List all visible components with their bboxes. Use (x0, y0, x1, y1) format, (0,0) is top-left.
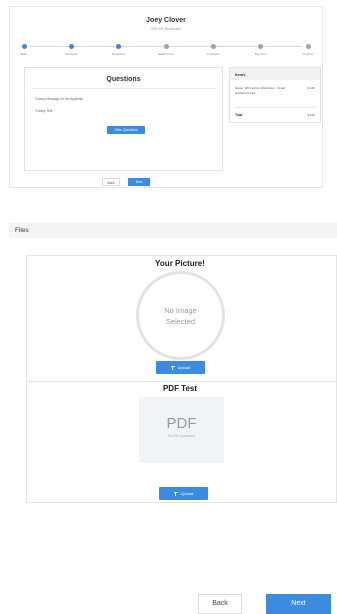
summary-panel: Items Name: With apt for Distinction - S… (229, 67, 321, 123)
upload-icon (170, 365, 175, 370)
divider (26, 381, 337, 382)
upload-icon (173, 491, 178, 496)
step-label: Products (65, 52, 78, 56)
step-confirm[interactable]: Confirm (293, 44, 323, 56)
step-label: Questions (111, 52, 126, 56)
step-questions[interactable]: Questions (104, 44, 134, 56)
step-dot (163, 44, 169, 49)
pdf-placeholder-subtext: No File Uploaded (167, 434, 196, 438)
next-button[interactable]: Next (266, 594, 331, 614)
upload-picture-button[interactable]: Upload (156, 361, 205, 374)
step-dot (68, 44, 74, 49)
back-button[interactable]: Back (198, 594, 242, 614)
step-dot (305, 44, 311, 49)
preview-card: Joey Clover 000 000 Broadcast Basic Prod… (9, 6, 323, 188)
pdf-placeholder: PDF No File Uploaded (139, 397, 224, 463)
picture-placeholder-line1: No Image (164, 306, 197, 315)
step-dot (210, 44, 216, 49)
preview-next-button[interactable]: Next (128, 178, 150, 186)
step-label: Health Form (157, 52, 175, 56)
summary-title: Items (230, 68, 320, 80)
step-dot (116, 44, 122, 49)
preview-name: Joey Clover (146, 17, 186, 24)
files-header: Files (9, 223, 337, 238)
step-dot (21, 44, 27, 49)
upload-label: Upload (177, 365, 191, 370)
pdf-placeholder-text: PDF (166, 415, 197, 432)
summary-item: Name: With apt for Distinction - Small E… (235, 86, 285, 95)
preview-back-button[interactable]: Back (102, 178, 120, 186)
step-products[interactable]: Products (56, 44, 86, 56)
step-basic[interactable]: Basic (9, 44, 39, 56)
picture-placeholder-line2: Selected (165, 317, 196, 326)
step-contracts[interactable]: Contracts (198, 44, 228, 56)
upload-pdf-button[interactable]: Upload (159, 487, 208, 500)
questions-panel: Questions Yummy Message for the Applican… (24, 67, 223, 171)
other-questions-button[interactable]: Other Questions (107, 126, 145, 134)
step-label: Confirm (302, 52, 314, 56)
summary-total-price: $ 100 (307, 113, 315, 117)
step-payment[interactable]: Payment (246, 44, 276, 56)
question-line: Yummy Message for the Applicant (35, 97, 84, 101)
picture-placeholder: No Image Selected (136, 271, 225, 360)
upload-label: Upload (180, 491, 194, 496)
question-line: Yummy Test (35, 109, 53, 113)
picture-title: Your Picture! (155, 259, 205, 268)
questions-title: Questions (106, 76, 141, 83)
preview-subtitle: 000 000 Broadcast (151, 27, 181, 31)
step-dot (258, 44, 264, 49)
step-health-form[interactable]: Health Form (151, 44, 181, 56)
step-label: Basic (20, 52, 28, 56)
summary-total-label: Total (235, 113, 243, 117)
step-label: Contracts (206, 52, 220, 56)
divider (31, 88, 216, 89)
pdf-title: PDF Test (162, 384, 198, 393)
divider (235, 107, 315, 108)
step-label: Payment (254, 52, 267, 56)
summary-item-price: $ 100 (307, 86, 315, 90)
progress-steps: Basic Products Questions Health Form Con… (20, 44, 313, 58)
